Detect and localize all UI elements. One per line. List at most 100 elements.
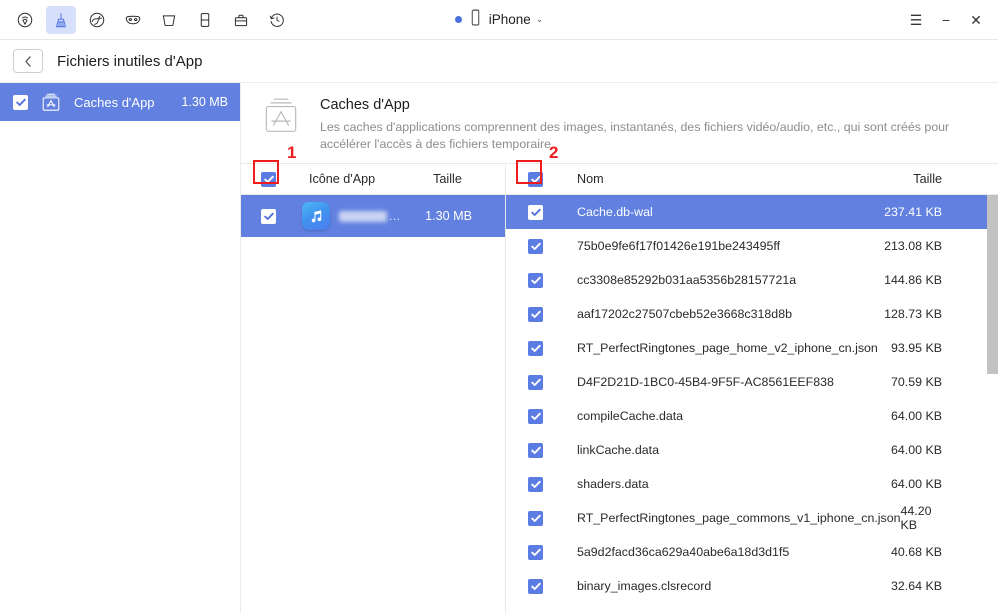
app-table: Icône d'App Taille ... 1.30 MB <box>241 164 506 613</box>
row-file-name: 5a9d2facd36ca629a40abe6a18d3d1f5 <box>577 545 790 559</box>
scrollbar-track[interactable] <box>987 195 998 613</box>
app-window: iPhone ⌄ ☰ − ✕ Fichiers inutiles d'App C… <box>0 0 998 613</box>
row-file-name: compileCache.data <box>577 409 684 423</box>
row-checkbox[interactable] <box>528 238 543 254</box>
table-row[interactable]: D4F2D21D-1BC0-45B4-9F5F-AC8561EEF838 70.5… <box>506 365 998 399</box>
phone-icon[interactable] <box>190 6 220 34</box>
device-name-label: iPhone <box>488 12 531 27</box>
row-checkbox[interactable] <box>528 544 543 560</box>
row-checkbox[interactable] <box>528 306 543 322</box>
category-text: Caches d'App Les caches d'applications c… <box>320 96 960 153</box>
body: Caches d'App 1.30 MB Caches d'App Les ca… <box>0 82 998 613</box>
app-name-redacted: ... <box>339 209 401 223</box>
table-row[interactable]: aaf17202c27507cbeb52e3668c318d8b 128.73 K… <box>506 297 998 331</box>
table-row[interactable]: compileCache.data 64.00 KB <box>506 399 998 433</box>
app-table-header-checkbox[interactable] <box>261 171 276 187</box>
file-table-header: Nom Taille <box>506 164 998 195</box>
app-table-header-name: Icône d'App <box>309 172 376 186</box>
file-table: Nom Taille Cache.db-wal 237.41 KB 75b0e9fe… <box>506 164 998 613</box>
toolbox-icon[interactable] <box>226 6 256 34</box>
file-table-header-checkbox[interactable] <box>528 171 543 187</box>
window-controls: ☰ − ✕ <box>908 12 998 28</box>
row-file-size: 237.41 KB <box>884 205 942 219</box>
toolbar-icon-group <box>0 5 292 34</box>
table-row[interactable]: RT_PerfectRingtones_page_commons_v1_ipho… <box>506 501 998 535</box>
eraser-globe-icon[interactable] <box>82 6 112 34</box>
row-file-size: 144.86 KB <box>884 273 942 287</box>
table-row[interactable]: Cache.db-wal 237.41 KB <box>506 195 998 229</box>
row-checkbox[interactable] <box>261 208 276 224</box>
category-header: Caches d'App Les caches d'applications c… <box>241 83 998 163</box>
row-checkbox[interactable] <box>528 374 543 390</box>
menu-icon[interactable]: ☰ <box>908 12 924 28</box>
device-status-dot <box>454 16 462 23</box>
table-row[interactable]: linkCache.data 64.00 KB <box>506 433 998 467</box>
app-name-ellipsis: ... <box>389 209 401 223</box>
row-file-size: 70.59 KB <box>891 375 942 389</box>
table-row[interactable]: RT_PerfectRingtones_page_home_v2_iphone_… <box>506 331 998 365</box>
row-file-size: 64.00 KB <box>891 409 942 423</box>
chevron-down-icon[interactable]: ⌄ <box>536 14 544 25</box>
table-row[interactable]: 75b0e9fe6f17f01426e191be243495ff 213.08 K… <box>506 229 998 263</box>
back-button[interactable] <box>13 49 43 73</box>
table-row[interactable]: 5a9d2facd36ca629a40abe6a18d3d1f5 40.68 KB <box>506 535 998 569</box>
row-file-name: RT_PerfectRingtones_page_home_v2_iphone_… <box>577 341 878 355</box>
row-file-size: 44.20 KB <box>900 504 932 532</box>
table-row[interactable]: ... 1.30 MB <box>241 195 505 237</box>
row-checkbox[interactable] <box>528 578 543 594</box>
table-row[interactable]: binary_images.clsrecord 32.64 KB <box>506 569 998 603</box>
app-table-header: Icône d'App Taille <box>241 164 505 195</box>
app-table-rows: ... 1.30 MB <box>241 195 505 613</box>
app-table-header-size: Taille <box>433 172 462 186</box>
minimize-button[interactable]: − <box>938 12 954 28</box>
row-checkbox[interactable] <box>528 272 543 288</box>
row-checkbox[interactable] <box>528 510 543 526</box>
row-checkbox[interactable] <box>528 408 543 424</box>
row-size: 1.30 MB <box>425 209 472 223</box>
category-title: Caches d'App <box>320 97 410 113</box>
sidebar-item-checkbox[interactable] <box>13 94 28 110</box>
row-file-size: 32.64 KB <box>891 579 942 593</box>
row-checkbox[interactable] <box>528 340 543 356</box>
breadcrumb: Fichiers inutiles d'App <box>0 40 998 82</box>
row-file-size: 64.00 KB <box>891 477 942 491</box>
row-file-size: 93.95 KB <box>891 341 942 355</box>
file-table-header-size: Taille <box>913 172 942 186</box>
row-checkbox[interactable] <box>528 476 543 492</box>
category-description: Les caches d'applications comprennent de… <box>320 120 950 151</box>
sidebar-item-size: 1.30 MB <box>181 95 228 109</box>
bucket-icon[interactable] <box>154 6 184 34</box>
broom-icon[interactable] <box>46 5 76 34</box>
table-row[interactable]: Cache.db-shm32.00 KB <box>506 603 998 613</box>
airdrop-icon[interactable] <box>10 6 40 34</box>
file-table-header-name: Nom <box>577 172 604 186</box>
row-file-name: Cache.db-wal <box>577 205 653 219</box>
row-file-name: shaders.data <box>577 477 649 491</box>
row-checkbox[interactable] <box>528 204 543 220</box>
row-file-name: linkCache.data <box>577 443 659 457</box>
device-phone-icon <box>469 9 482 31</box>
mask-icon[interactable] <box>118 6 148 34</box>
music-app-icon <box>302 202 330 230</box>
row-file-size: 128.73 KB <box>884 307 942 321</box>
page-title: Fichiers inutiles d'App <box>57 52 203 70</box>
row-file-size: 64.00 KB <box>891 443 942 457</box>
close-button[interactable]: ✕ <box>968 12 984 28</box>
main-panel: Caches d'App Les caches d'applications c… <box>241 83 998 613</box>
app-store-icon <box>39 92 63 112</box>
scrollbar-thumb[interactable] <box>987 195 998 374</box>
app-store-icon <box>258 96 304 142</box>
redaction-block <box>339 210 387 222</box>
row-checkbox[interactable] <box>528 442 543 458</box>
sidebar: Caches d'App 1.30 MB <box>0 83 241 613</box>
row-file-name: RT_PerfectRingtones_page_commons_v1_ipho… <box>577 511 901 525</box>
row-file-name: 75b0e9fe6f17f01426e191be243495ff <box>577 239 781 253</box>
history-clock-icon[interactable] <box>262 6 292 34</box>
title-bar: iPhone ⌄ ☰ − ✕ <box>0 0 998 40</box>
table-row[interactable]: cc3308e85292b031aa5356b28157721a 144.86 K… <box>506 263 998 297</box>
row-file-name: aaf17202c27507cbeb52e3668c318d8b <box>577 307 792 321</box>
row-file-name: binary_images.clsrecord <box>577 579 712 593</box>
sidebar-item-app-caches[interactable]: Caches d'App 1.30 MB <box>0 83 240 121</box>
table-row[interactable]: shaders.data 64.00 KB <box>506 467 998 501</box>
row-file-size: 40.68 KB <box>891 545 942 559</box>
